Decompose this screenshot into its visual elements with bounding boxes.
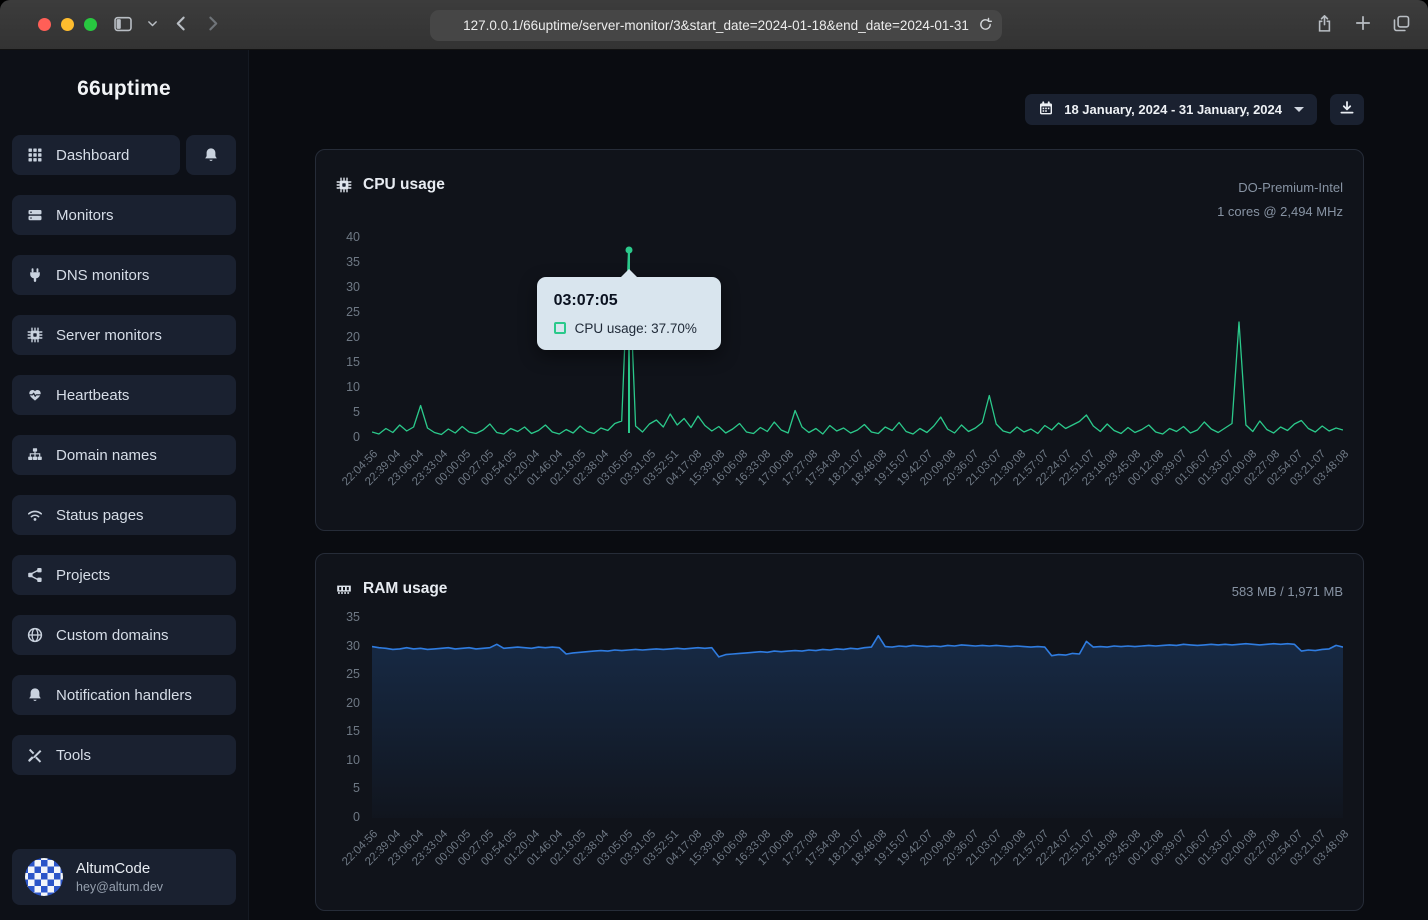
sidebar-item-label: Dashboard [56,147,129,164]
ram-card-title: RAM usage [363,580,447,598]
sidebar-item-label: Notification handlers [56,687,192,704]
sidebar-item-domain-names[interactable]: Domain names [12,435,236,475]
window-controls [38,18,97,31]
ram-chart-plot[interactable] [372,618,1343,818]
chevron-right-icon [204,15,221,35]
ram-y-axis: 35302520151050 [332,618,372,818]
reload-button[interactable] [978,17,993,35]
cpu-card-title: CPU usage [363,176,445,194]
servers-icon [26,207,43,223]
ram-x-axis: 22:04:5622:39:0423:06:0423:33:0400:00:05… [372,818,1343,900]
sidebar-item-notification-handlers[interactable]: Notification handlers [12,675,236,715]
notifications-button[interactable] [186,135,236,175]
main-content: 18 January, 2024 - 31 January, 2024 CPU … [249,50,1428,920]
cpu-y-axis: 4035302520151050 [332,238,372,438]
sidebar-item-label: Monitors [56,207,114,224]
plug-icon [26,267,43,283]
ram-amount: 583 MB / 1,971 MB [1232,580,1343,604]
avatar [25,858,63,896]
chevron-left-icon [173,15,190,35]
tooltip-marker-dot [625,246,632,253]
sidebar-item-label: Domain names [56,447,157,464]
bell-icon [26,687,43,703]
chevron-down-icon [146,17,159,33]
sidebar-item-label: Heartbeats [56,387,129,404]
address-bar[interactable]: 127.0.0.1/66uptime/server-monitor/3&star… [430,10,1002,41]
url-text: 127.0.0.1/66uptime/server-monitor/3&star… [463,18,969,33]
forward-button[interactable] [204,15,221,35]
cpu-card-meta: DO-Premium-Intel 1 cores @ 2,494 MHz [1217,176,1343,224]
calendar-icon [1038,100,1054,119]
sidebar-item-monitors[interactable]: Monitors [12,195,236,235]
brand-logo: 66uptime [0,77,248,101]
sidebar-item-server-monitors[interactable]: Server monitors [12,315,236,355]
microchip-icon [336,177,352,193]
tooltip-time: 03:07:05 [554,292,704,310]
close-window-button[interactable] [38,18,51,31]
share-icon [1316,14,1333,35]
minimize-window-button[interactable] [61,18,74,31]
cpu-model: DO-Premium-Intel [1217,176,1343,200]
sidebar-item-label: Custom domains [56,627,169,644]
sidebar-item-dashboard[interactable]: Dashboard [12,135,180,175]
cpu-x-axis: 22:04:5622:39:0423:06:0423:33:0400:00:05… [372,438,1343,520]
tooltip-value: CPU usage: 37.70% [575,321,697,336]
sidebar-toggle-button[interactable] [113,15,132,35]
caret-down-icon [1294,107,1304,112]
heart-pulse-icon [26,387,43,403]
tab-group-chevron-button[interactable] [146,17,159,33]
download-icon [1339,100,1355,119]
tabs-icon [1393,15,1410,35]
sidebar-item-label: Status pages [56,507,144,524]
bell-icon [203,147,220,163]
sidebar-item-label: Tools [56,747,91,764]
sidebar-item-dns-monitors[interactable]: DNS monitors [12,255,236,295]
memory-icon [336,581,352,597]
sidebar-nav: Dashboard Monitors DNS monitors Server moni… [0,135,248,775]
cpu-chart-plot[interactable]: 03:07:05 CPU usage: 37.70% [372,238,1343,438]
sidebar-item-label: Projects [56,567,110,584]
date-range-picker[interactable]: 18 January, 2024 - 31 January, 2024 [1025,94,1317,125]
user-menu[interactable]: AltumCode hey@altum.dev [12,849,236,905]
back-button[interactable] [173,15,190,35]
sidebar-item-custom-domains[interactable]: Custom domains [12,615,236,655]
tooltip-series-swatch [554,322,566,334]
new-tab-button[interactable] [1355,15,1371,34]
sidebar-item-label: Server monitors [56,327,162,344]
cpu-usage-card: CPU usage DO-Premium-Intel 1 cores @ 2,4… [315,149,1364,531]
sitemap-icon [26,447,43,463]
sidebar-item-label: DNS monitors [56,267,149,284]
share-button[interactable] [1316,14,1333,35]
grid-icon [26,147,43,163]
sidebar-item-projects[interactable]: Projects [12,555,236,595]
browser-window: 127.0.0.1/66uptime/server-monitor/3&star… [0,0,1428,920]
toolbar: 18 January, 2024 - 31 January, 2024 [315,94,1364,125]
sidebar-item-status-pages[interactable]: Status pages [12,495,236,535]
reload-icon [978,17,993,35]
user-email: hey@altum.dev [76,880,163,894]
sidebar-item-tools[interactable]: Tools [12,735,236,775]
globe-icon [26,627,43,643]
user-name: AltumCode [76,860,163,877]
sidebar-item-heartbeats[interactable]: Heartbeats [12,375,236,415]
plus-icon [1355,15,1371,34]
cpu-cores: 1 cores @ 2,494 MHz [1217,200,1343,224]
tab-overview-button[interactable] [1393,15,1410,35]
maximize-window-button[interactable] [84,18,97,31]
cpu-chart-tooltip: 03:07:05 CPU usage: 37.70% [537,277,721,350]
microchip-icon [26,327,43,343]
nodes-icon [26,567,43,583]
wifi-icon [26,507,43,523]
sidebar: 66uptime Dashboard Monitors DNS monitors Se… [0,50,249,920]
browser-chrome: 127.0.0.1/66uptime/server-monitor/3&star… [0,0,1428,50]
tools-icon [26,747,43,763]
sidebar-panel-icon [113,15,132,35]
export-button[interactable] [1330,94,1364,125]
ram-usage-card: RAM usage 583 MB / 1,971 MB 353025201510… [315,553,1364,911]
date-range-label: 18 January, 2024 - 31 January, 2024 [1064,102,1282,117]
